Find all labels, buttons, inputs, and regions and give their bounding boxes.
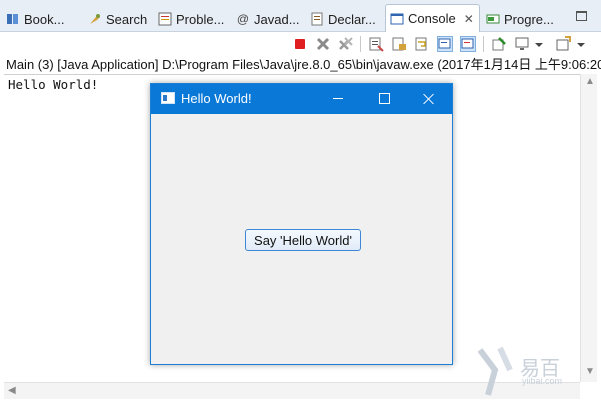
window-title-bar[interactable]: Hello World!: [151, 84, 452, 114]
show-console-on-stdout-icon[interactable]: [437, 36, 453, 52]
pin-console-icon[interactable]: [491, 36, 507, 52]
word-wrap-icon[interactable]: [414, 36, 430, 52]
bookmarks-icon: [6, 12, 20, 26]
clear-console-icon[interactable]: [368, 36, 384, 52]
remove-launch-icon[interactable]: [315, 36, 331, 52]
chevron-down-icon[interactable]: [534, 36, 544, 52]
tab-problems[interactable]: Proble...: [154, 6, 230, 32]
tab-label: Proble...: [176, 11, 225, 27]
console-toolbar: [0, 32, 601, 56]
open-console-icon[interactable]: [555, 36, 571, 52]
tab-bookmarks[interactable]: Book...: [2, 6, 80, 32]
show-console-on-stderr-icon[interactable]: [460, 36, 476, 52]
progress-icon: [486, 12, 500, 26]
chevron-up-icon[interactable]: ▲: [585, 76, 595, 87]
close-icon[interactable]: ✕: [464, 12, 474, 26]
problems-icon: [158, 12, 172, 26]
chevron-down-icon[interactable]: [576, 36, 586, 52]
tab-label: Declar...: [328, 11, 376, 27]
close-icon[interactable]: [406, 84, 452, 114]
view-tab-bar: Book... Search Proble... @ Javad... Decl…: [0, 0, 601, 32]
javadoc-icon: @: [236, 12, 250, 26]
minimize-icon[interactable]: [315, 84, 361, 114]
maximize-icon[interactable]: [361, 84, 407, 114]
console-icon: [390, 12, 404, 26]
say-hello-button[interactable]: Say 'Hello World': [245, 229, 361, 251]
vertical-scrollbar[interactable]: ▲ ▼: [580, 74, 597, 382]
app-window-icon: [161, 92, 175, 104]
tab-label: Book...: [24, 11, 65, 27]
tab-progress[interactable]: Progre...: [482, 6, 560, 32]
tab-label: Console: [408, 11, 456, 26]
tab-declaration[interactable]: Declar...: [306, 6, 382, 32]
tab-javadoc[interactable]: @ Javad...: [232, 6, 302, 32]
search-icon: [88, 12, 102, 26]
chevron-left-icon[interactable]: ◀: [8, 385, 16, 396]
tab-search[interactable]: Search: [84, 6, 150, 32]
hello-world-window: Hello World! Say 'Hello World': [150, 83, 453, 365]
remove-all-terminated-icon[interactable]: [338, 36, 354, 52]
terminate-icon[interactable]: [292, 36, 308, 52]
chevron-down-icon[interactable]: ▼: [585, 366, 595, 377]
console-output-text: Hello World!: [8, 77, 99, 92]
display-selected-console-icon[interactable]: [514, 36, 530, 52]
toolbar-separator: [483, 36, 484, 52]
maximize-view-icon[interactable]: [576, 11, 587, 21]
scroll-lock-icon[interactable]: [391, 36, 407, 52]
console-process-description: Main (3) [Java Application] D:\Program F…: [6, 57, 601, 72]
tab-console[interactable]: Console ✕: [385, 4, 480, 32]
tab-label: Search: [106, 11, 148, 27]
toolbar-separator: [360, 36, 361, 52]
tab-label: Progre...: [504, 11, 554, 27]
declaration-icon: [310, 12, 324, 26]
window-title: Hello World!: [181, 91, 252, 106]
tab-label: Javad...: [254, 11, 300, 27]
watermark-site: yiibai.com: [522, 376, 563, 386]
